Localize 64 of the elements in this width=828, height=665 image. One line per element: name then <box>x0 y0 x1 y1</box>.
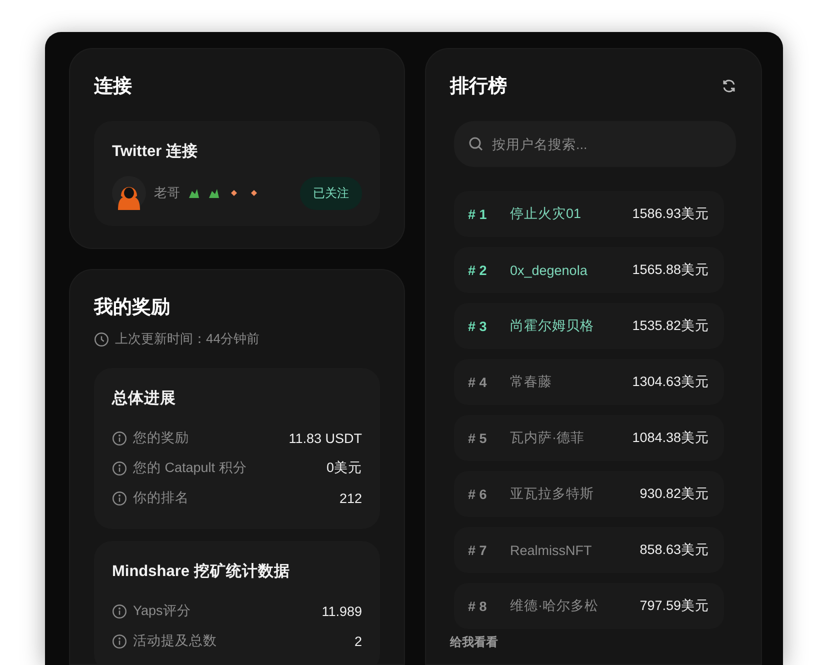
info-icon <box>112 430 127 446</box>
plant-icon <box>208 187 220 199</box>
followed-button[interactable]: 已关注 <box>300 176 362 210</box>
user-name: 尚霍尔姆贝格 <box>510 317 594 335</box>
user-name: 瓦内萨·德菲 <box>510 429 584 447</box>
amount: 1535.82美元 <box>632 317 709 335</box>
rank-label: # 6 <box>468 486 488 502</box>
stat-label: 活动提及总数 <box>133 632 217 650</box>
rank-label: # 3 <box>468 318 488 334</box>
info-icon <box>112 460 127 476</box>
search-icon <box>468 136 484 152</box>
section-title: Twitter 连接 <box>112 142 199 162</box>
leaderboard-row[interactable]: # 2 0x_degenola 1565.88美元 <box>454 247 724 293</box>
stat-value: 0美元 <box>326 459 362 477</box>
rank-label: # 7 <box>468 542 488 558</box>
stat-label: 你的排名 <box>133 489 189 507</box>
card-title: 我的奖励 <box>94 296 171 320</box>
leaderboard-row[interactable]: # 3 尚霍尔姆贝格 1535.82美元 <box>454 303 724 349</box>
stat-label: Yaps评分 <box>133 602 191 620</box>
section-title: 总体进展 <box>112 388 177 409</box>
section-title: Mindshare 挖矿统计数据 <box>112 562 291 582</box>
user-name: RealmissNFT <box>510 542 592 558</box>
rank-label: # 5 <box>468 430 488 446</box>
stat-label: 您的 Catapult 积分 <box>133 459 247 477</box>
info-icon <box>112 490 127 506</box>
user-name: 亚瓦拉多特斯 <box>510 485 594 503</box>
username: 老哥 <box>154 184 180 202</box>
stat-value: 2 <box>354 634 362 648</box>
search-field[interactable]: 按用户名搜索... <box>454 121 736 167</box>
rank-label: # 4 <box>468 374 488 390</box>
stat-value: 11.989 <box>322 604 362 618</box>
stat-value: 11.83 USDT <box>288 430 362 446</box>
amount: 1565.88美元 <box>632 261 709 279</box>
rank-label: # 2 <box>468 262 488 278</box>
clock-icon <box>94 332 109 346</box>
refresh-icon[interactable] <box>721 78 737 94</box>
amount: 1586.93美元 <box>632 205 709 223</box>
plant-icon <box>188 187 200 199</box>
leaderboard-row[interactable]: # 5 瓦内萨·德菲 1084.38美元 <box>454 415 724 461</box>
rank-label: # 1 <box>468 206 488 222</box>
amount: 858.63美元 <box>640 541 709 559</box>
last-updated-text: 上次更新时间：44分钟前 <box>115 330 260 348</box>
card-title: 排行榜 <box>450 74 507 99</box>
rank-label: # 8 <box>468 598 488 614</box>
amount: 1304.63美元 <box>632 373 709 391</box>
leaderboard-row[interactable]: # 6 亚瓦拉多特斯 930.82美元 <box>454 471 724 517</box>
stat-label: 您的奖励 <box>133 429 189 447</box>
info-icon <box>112 634 127 648</box>
user-name: 0x_degenola <box>510 262 588 278</box>
leaderboard-row[interactable]: # 8 维德·哈尔多松 797.59美元 <box>454 583 724 629</box>
avatar-icon <box>112 176 146 210</box>
info-icon <box>112 604 127 618</box>
leaderboard-row[interactable]: # 1 停止火灾01 1586.93美元 <box>454 191 724 237</box>
show-me-link[interactable]: 给我看看 <box>450 634 498 651</box>
leaderboard-row[interactable]: # 7 RealmissNFT 858.63美元 <box>454 527 724 573</box>
amount: 797.59美元 <box>640 597 709 615</box>
amount: 1084.38美元 <box>632 429 709 447</box>
user-name: 停止火灾01 <box>510 205 582 223</box>
leaderboard-row[interactable]: # 4 常春藤 1304.63美元 <box>454 359 724 405</box>
card-title: 连接 <box>94 74 133 99</box>
stat-value: 212 <box>339 490 362 506</box>
user-name: 维德·哈尔多松 <box>510 597 598 615</box>
amount: 930.82美元 <box>640 485 709 503</box>
user-name: 常春藤 <box>510 373 552 391</box>
